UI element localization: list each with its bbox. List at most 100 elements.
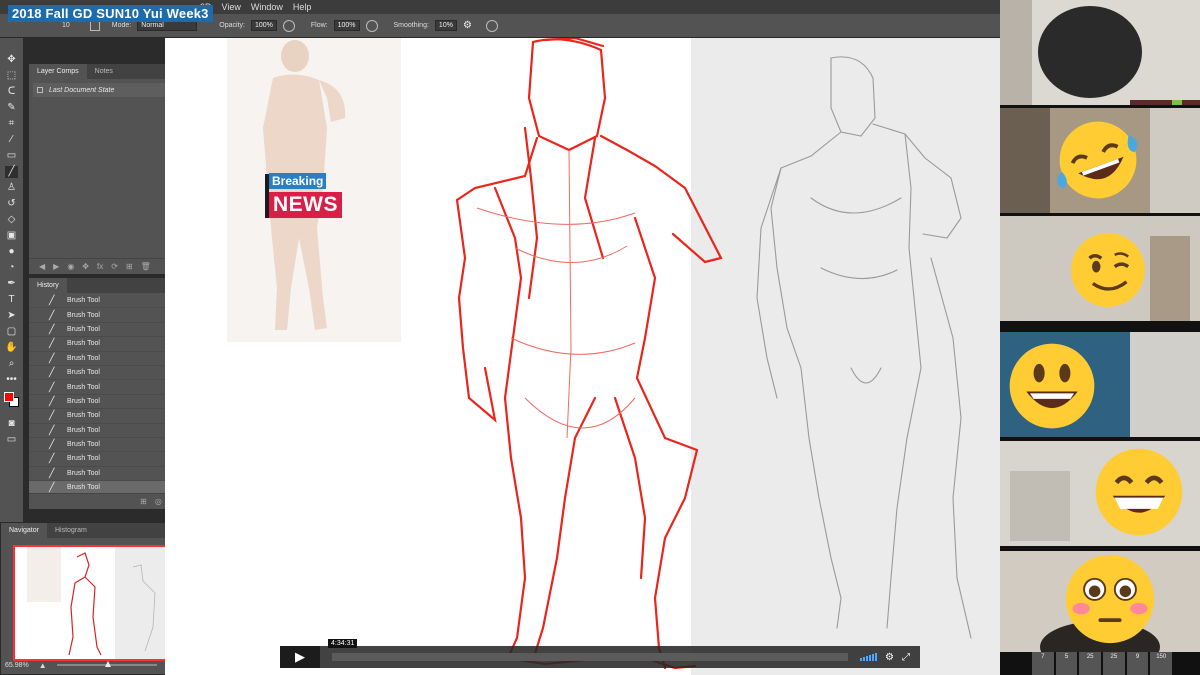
quick-select-icon[interactable]: ✎ (5, 102, 18, 114)
grid-label[interactable]: 25 (1103, 652, 1125, 675)
document-canvas[interactable]: Breaking NEWS (165, 38, 1000, 675)
history-item[interactable]: ╱ Brush Tool (29, 366, 186, 381)
pressure-size-icon[interactable] (485, 19, 498, 32)
type-icon[interactable]: T (5, 294, 18, 306)
smoothing-field[interactable]: 10% (434, 20, 457, 31)
position-icon[interactable]: ✥ (82, 262, 89, 271)
snapshot-icon[interactable]: ◎ (155, 497, 162, 506)
blur-icon[interactable]: ● (5, 246, 18, 258)
history-item-label: Brush Tool (67, 397, 100, 405)
history-brush-icon[interactable]: ↺ (5, 198, 18, 210)
brush-size[interactable]: 10 (62, 22, 70, 29)
gear-icon[interactable]: ⚙ (463, 20, 472, 31)
tab-layer-comps[interactable]: Layer Comps (29, 64, 87, 79)
prev-comp-icon[interactable]: ◀ (39, 262, 45, 271)
history-item[interactable]: ╱ Brush Tool (29, 380, 186, 395)
history-item[interactable]: ╱ Brush Tool (29, 424, 186, 438)
gradient-icon[interactable]: ▣ (5, 230, 18, 242)
opacity-field[interactable]: 100% (250, 20, 277, 31)
zoom-out-icon[interactable]: ▲ (39, 661, 47, 670)
checkbox-icon[interactable] (37, 87, 43, 93)
history-item[interactable]: ╱ Brush Tool (29, 294, 186, 309)
new-comp-icon[interactable]: ⊞ (126, 262, 133, 271)
stamp-icon[interactable]: ♙ (5, 182, 18, 194)
screen-mode-icon[interactable]: ▭ (5, 434, 18, 446)
menu-item-view[interactable]: View (222, 2, 241, 12)
quick-mask-icon[interactable]: ◙ (5, 418, 18, 430)
more-icon[interactable]: ••• (5, 374, 18, 386)
tab-histogram[interactable]: Histogram (47, 523, 95, 538)
brush-icon[interactable]: ╱ (5, 166, 18, 178)
webcam-tile-4 (1000, 332, 1200, 437)
history-item[interactable]: ╱ Brush Tool (29, 481, 186, 493)
dodge-icon[interactable]: ◔ (5, 262, 18, 274)
navigator-panel: Navigator Histogram 65.98% ▲ ▲ (0, 522, 192, 675)
marquee-icon[interactable]: ⬚ (5, 70, 18, 82)
webcam-strip (1000, 0, 1200, 675)
zoom-slider-knob[interactable] (104, 661, 111, 667)
grid-label[interactable]: 9 (1126, 652, 1149, 675)
history-item[interactable]: ╱ Brush Tool (29, 323, 186, 338)
brush-icon: ╱ (49, 395, 55, 406)
next-comp-icon[interactable]: ▶ (53, 262, 59, 271)
history-item[interactable]: ╱ Brush Tool (29, 409, 186, 424)
play-icon: ▶ (295, 649, 305, 664)
brush-icon: ╱ (49, 381, 55, 392)
zoom-slider[interactable] (56, 661, 157, 667)
play-button[interactable]: ▶ (280, 646, 320, 668)
mode-label: Mode: (111, 22, 132, 29)
flushed-emoji-icon (1065, 554, 1155, 644)
brush-icon: ╱ (49, 424, 55, 435)
eraser-icon[interactable]: ◇ (5, 214, 18, 226)
move-icon[interactable]: ✥ (5, 54, 18, 66)
menu-item-window[interactable]: Window (251, 2, 283, 12)
pressure-opacity-icon[interactable] (282, 19, 295, 32)
menu-item-help[interactable]: Help (293, 2, 312, 12)
trash-icon[interactable]: 🗑 (141, 262, 151, 271)
zoom-level[interactable]: 65.98% (5, 662, 29, 669)
grinning-emoji-icon (1009, 343, 1095, 429)
grid-label[interactable]: 7 (1032, 652, 1054, 675)
tab-notes[interactable]: Notes (87, 64, 121, 79)
video-progress-bar[interactable]: 4:34:31 (328, 639, 849, 661)
airbrush-icon[interactable] (365, 19, 378, 32)
history-item[interactable]: ╱ Brush Tool (29, 308, 186, 323)
history-item[interactable]: ╱ Brush Tool (29, 337, 186, 352)
history-item[interactable]: ╱ Brush Tool (29, 467, 186, 482)
grid-label[interactable]: 5 (1055, 652, 1078, 675)
tab-history[interactable]: History (29, 278, 67, 293)
zoom-icon[interactable]: ⌕ (5, 358, 18, 370)
lasso-icon[interactable]: ᑕ (5, 86, 18, 98)
history-item-label: Brush Tool (67, 441, 100, 449)
tab-navigator[interactable]: Navigator (1, 523, 47, 538)
brush-panel-icon[interactable] (89, 20, 100, 31)
shape-icon[interactable]: ▢ (5, 326, 18, 338)
grid-label[interactable]: 150 (1150, 652, 1173, 675)
settings-icon[interactable]: ⚙ (885, 652, 894, 663)
healing-icon[interactable]: ▭ (5, 150, 18, 162)
history-item-label: Brush Tool (67, 311, 100, 319)
pen-icon[interactable]: ✒ (5, 278, 18, 290)
navigator-preview[interactable] (13, 545, 179, 661)
new-document-icon[interactable]: ⊞ (140, 497, 147, 506)
history-item[interactable]: ╱ Brush Tool (29, 395, 186, 410)
color-swatches[interactable] (3, 392, 20, 408)
path-select-icon[interactable]: ➤ (5, 310, 18, 322)
flow-field[interactable]: 100% (333, 20, 360, 31)
appearance-icon[interactable]: fx (97, 262, 103, 271)
smoothing-label: Smoothing: (393, 22, 429, 29)
refresh-icon[interactable]: ⟳ (111, 262, 118, 271)
visibility-icon[interactable]: ◉ (67, 262, 74, 271)
crop-icon[interactable]: ⌗ (5, 118, 18, 130)
history-item[interactable]: ╱ Brush Tool (29, 438, 186, 453)
foreground-color[interactable] (3, 392, 14, 402)
fullscreen-icon[interactable]: ⤢ (902, 652, 910, 663)
volume-icon[interactable] (860, 653, 878, 661)
eyedropper-icon[interactable]: ⁄ (5, 134, 18, 146)
grid-label[interactable]: 25 (1079, 652, 1102, 675)
hand-icon[interactable]: ✋ (5, 342, 18, 354)
history-item-label: Brush Tool (67, 412, 100, 420)
brush-icon: ╱ (49, 453, 55, 464)
history-item[interactable]: ╱ Brush Tool (29, 452, 186, 467)
history-item[interactable]: ╱ Brush Tool (29, 352, 186, 366)
